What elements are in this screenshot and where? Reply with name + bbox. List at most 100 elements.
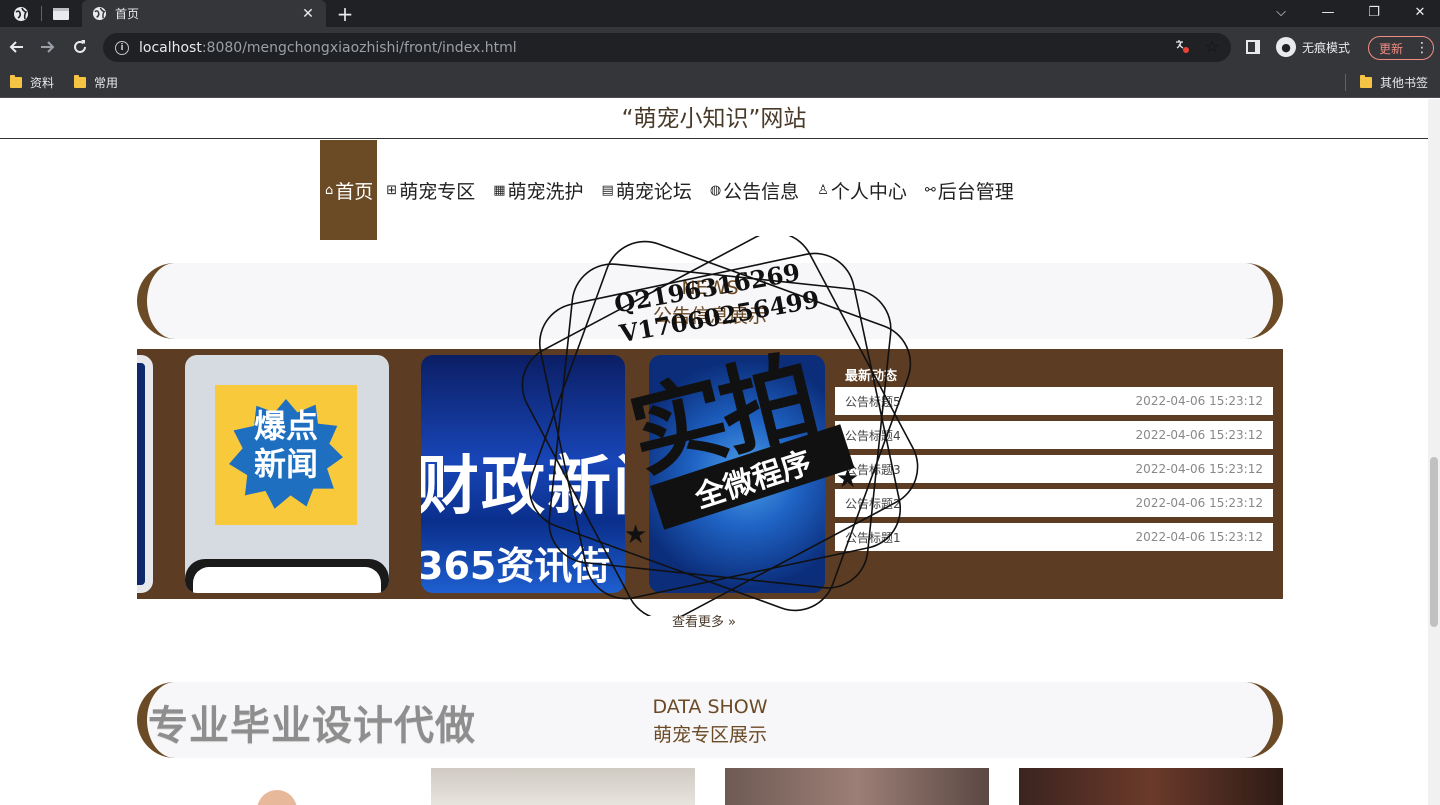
site-title: “萌宠小知识”网站 (0, 99, 1428, 139)
news-title: 公告标题5 (845, 394, 901, 409)
link-icon: ⚯ (924, 182, 936, 198)
news-list-heading: 最新动态 (845, 369, 898, 384)
new-tab-button[interactable]: + (332, 0, 358, 27)
address-bar[interactable]: i localhost:8080/mengchongxiaozhishi/fro… (103, 33, 1231, 62)
globe-icon (14, 6, 28, 21)
incognito-label: 无痕模式 (1302, 40, 1351, 55)
pinned-tab-window[interactable] (42, 0, 80, 27)
nav-item-pet-care[interactable]: ▦ 萌宠洗护 (484, 140, 592, 240)
bookmark-folder-changyong[interactable]: 常用 (74, 74, 118, 91)
bookmark-label: 资料 (30, 76, 55, 90)
back-arrow-icon[interactable] (3, 35, 29, 59)
star-icon: ★ (624, 520, 648, 550)
nav-label: 公告信息 (723, 180, 800, 203)
bookmarks-bar: 资料 常用 其他书签 (0, 67, 1440, 98)
close-window-icon[interactable]: ✕ (1397, 0, 1440, 24)
view-more-label: 查看更多 (672, 615, 725, 630)
page-scrollbar[interactable] (1428, 99, 1440, 805)
browser-toolbar: i localhost:8080/mengchongxiaozhishi/fro… (0, 27, 1440, 67)
list-item[interactable]: 公告标题1 2022-04-06 15:23:12 (835, 523, 1273, 551)
bookmark-separator (1345, 74, 1346, 91)
burst-text: 爆点 新闻 (253, 407, 318, 483)
news-badge-image: 爆点 新闻 (215, 385, 357, 525)
bookmark-folder-ziliao[interactable]: 资料 (10, 74, 54, 91)
list-item[interactable]: 公告标题3 2022-04-06 15:23:12 (835, 455, 1273, 483)
news-date: 2022-04-06 15:23:12 (1135, 394, 1263, 408)
window-icon (53, 7, 69, 20)
list-item[interactable]: 公告标题2 2022-04-06 15:23:12 (835, 489, 1273, 517)
folder-icon (1360, 75, 1372, 88)
tab-search-icon[interactable]: ⌵ (1258, 0, 1304, 24)
carousel-slide[interactable]: 爆点 新闻 (185, 355, 389, 593)
other-bookmarks-folder[interactable]: 其他书签 (1360, 74, 1428, 91)
carousel-slide[interactable]: 财政新闻 365资讯街 (421, 355, 625, 593)
menu-dots-icon[interactable]: ⋮ (1415, 40, 1429, 56)
scrollbar-thumb[interactable] (1430, 457, 1438, 627)
nav-item-notices[interactable]: ◍ 公告信息 (701, 140, 808, 240)
product-photo-detail (257, 790, 297, 805)
tab-close-icon[interactable]: ✕ (298, 6, 318, 22)
user-icon: ♙ (817, 182, 829, 198)
news-title: 公告标题2 (845, 496, 901, 511)
nav-item-pet-zone[interactable]: ⊞ 萌宠专区 (377, 140, 484, 240)
incognito-icon: ● (1276, 37, 1296, 57)
grid-icon: ⊞ (386, 182, 398, 198)
folder-icon (10, 75, 22, 88)
nav-item-forum[interactable]: ▤ 萌宠论坛 (593, 140, 701, 240)
bookmark-star-icon[interactable]: ☆ (1205, 37, 1219, 56)
nav-label: 首页 (335, 180, 374, 203)
restore-icon[interactable]: ❐ (1351, 0, 1397, 24)
view-more-link[interactable]: 查看更多» (672, 611, 736, 630)
nav-label: 萌宠专区 (399, 180, 476, 203)
globe-icon (92, 6, 107, 21)
double-chevron-right-icon: » (728, 615, 736, 630)
watermark-text: 专业毕业设计代做 (148, 703, 476, 749)
nav-item-profile[interactable]: ♙ 个人中心 (808, 140, 916, 240)
update-button[interactable]: 更新 ⋮ (1368, 36, 1434, 60)
news-date: 2022-04-06 15:23:12 (1135, 496, 1263, 510)
apps-icon: ▦ (493, 182, 506, 198)
tab-bar: 首页 ✕ + ⌵ — ❐ ✕ (0, 0, 1440, 27)
nav-label: 萌宠论坛 (615, 180, 692, 203)
info-icon[interactable]: i (115, 40, 129, 55)
update-label: 更新 (1379, 41, 1404, 56)
forward-arrow-icon[interactable] (35, 35, 61, 59)
main-nav: ⌂ 首页 ⊞ 萌宠专区 ▦ 萌宠洗护 ▤ 萌宠论坛 ◍ 公告信息 ♙ 个人中心 … (320, 140, 1023, 240)
star-icon: ★ (836, 464, 860, 494)
nav-item-admin[interactable]: ⚯ 后台管理 (916, 140, 1023, 240)
url-path: :8080/mengchongxiaozhishi/front/index.ht… (201, 39, 517, 56)
phone-frame (185, 559, 389, 593)
folder-icon (74, 75, 86, 88)
clipboard-icon: ▤ (601, 182, 614, 198)
minimize-icon[interactable]: — (1305, 0, 1351, 24)
nav-item-home[interactable]: ⌂ 首页 (320, 140, 378, 240)
incognito-indicator[interactable]: ● 无痕模式 (1276, 35, 1350, 59)
news-date: 2022-04-06 15:23:12 (1135, 530, 1263, 544)
product-card-image[interactable] (431, 768, 695, 805)
tab-active[interactable]: 首页 ✕ (82, 0, 326, 27)
product-card-image[interactable] (1019, 768, 1283, 805)
nav-label: 个人中心 (830, 180, 907, 203)
globe-icon: ◍ (709, 182, 722, 198)
carousel-slide[interactable] (137, 355, 153, 593)
list-item[interactable]: 公告标题5 2022-04-06 15:23:12 (835, 387, 1273, 415)
translate-icon[interactable] (1175, 39, 1189, 57)
product-card-image[interactable] (137, 768, 401, 805)
bookmark-label: 其他书签 (1380, 76, 1429, 90)
news-list: 最新动态 公告标题5 2022-04-06 15:23:12 公告标题4 202… (835, 349, 1283, 599)
news-date: 2022-04-06 15:23:12 (1135, 462, 1263, 476)
reload-icon[interactable] (67, 35, 93, 59)
nav-label: 萌宠洗护 (507, 180, 584, 203)
product-card-image[interactable] (725, 768, 989, 805)
home-icon: ⌂ (325, 182, 334, 198)
side-panel-icon[interactable] (1246, 40, 1260, 54)
pinned-tab-globe[interactable] (2, 0, 40, 27)
nav-label: 后台管理 (937, 180, 1014, 203)
news-date: 2022-04-06 15:23:12 (1135, 428, 1263, 442)
bookmark-label: 常用 (94, 76, 119, 90)
list-item[interactable]: 公告标题4 2022-04-06 15:23:12 (835, 421, 1273, 449)
slide-subline: 365资讯街 (421, 544, 611, 588)
tab-title: 首页 (115, 7, 140, 21)
news-title: 公告标题4 (845, 428, 901, 443)
slide-headline: 财政新闻 (421, 450, 625, 524)
